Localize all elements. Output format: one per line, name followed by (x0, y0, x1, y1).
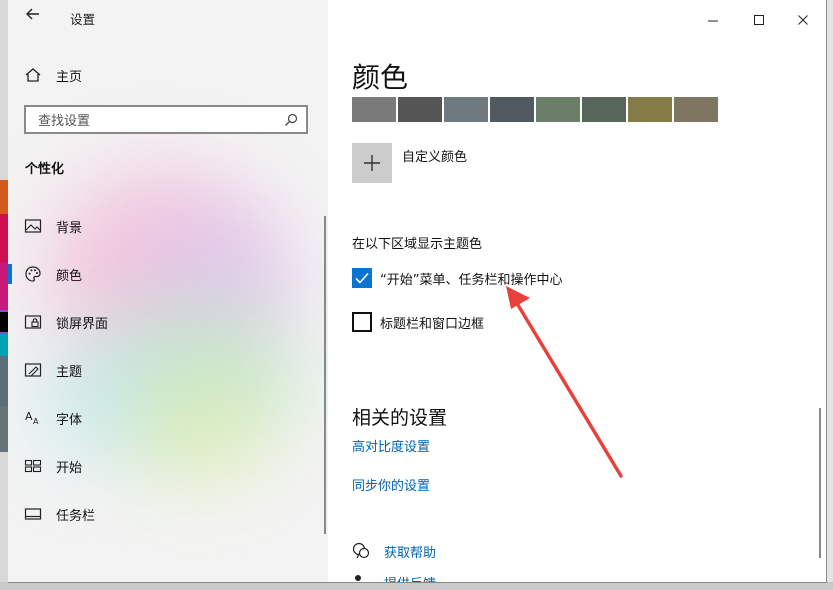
close-icon (798, 15, 808, 25)
color-swatch[interactable] (398, 97, 442, 122)
sync-settings-link[interactable]: 同步你的设置 (352, 475, 430, 494)
search-box[interactable] (24, 105, 308, 134)
navigation-scrollbar[interactable] (324, 216, 326, 534)
checkbox-label: 标题栏和窗口边框 (380, 317, 485, 332)
maximize-icon (754, 15, 764, 25)
navigation-pane: 设置 主页 个性化 背景 (8, 0, 328, 582)
palette-icon (25, 266, 41, 282)
plus-icon (364, 155, 380, 171)
checkmark-icon (355, 272, 369, 284)
sidebar-item-start[interactable]: 开始 (8, 446, 328, 486)
sidebar-item-label: 开始 (56, 461, 83, 476)
back-button[interactable] (22, 6, 44, 28)
sidebar-item-label: 字体 (56, 413, 83, 428)
home-icon (25, 68, 41, 82)
title-bar-checkbox[interactable] (352, 312, 372, 332)
color-swatch[interactable] (536, 97, 580, 122)
sidebar-item-label: 背景 (56, 221, 83, 236)
sidebar-item-fonts[interactable]: A A 字体 (8, 398, 328, 438)
sidebar-item-taskbar[interactable]: 任务栏 (8, 494, 328, 534)
svg-text:A: A (25, 410, 33, 423)
search-input[interactable] (36, 111, 280, 131)
theme-icon (24, 363, 42, 377)
start-taskbar-checkbox[interactable] (352, 268, 372, 288)
section-title: 个性化 (25, 162, 65, 177)
content-scrollbar[interactable] (819, 408, 821, 558)
color-swatch[interactable] (582, 97, 626, 122)
picture-icon (24, 219, 42, 233)
desktop-background-right (826, 0, 833, 590)
sidebar-item-label: 主题 (56, 365, 83, 380)
settings-window: 设置 主页 个性化 背景 (8, 0, 827, 583)
sidebar-item-label: 颜色 (56, 269, 83, 284)
color-swatch[interactable] (628, 97, 672, 122)
color-swatch[interactable] (674, 97, 718, 122)
start-taskbar-checkbox-row[interactable]: “开始”菜单、任务栏和操作中心 (352, 268, 612, 288)
maximize-button[interactable] (736, 4, 782, 30)
lock-screen-icon (24, 315, 42, 329)
sidebar-item-label: 主页 (56, 70, 83, 85)
help-chat-icon (352, 542, 370, 559)
accent-surfaces-heading: 在以下区域显示主题色 (352, 237, 483, 252)
color-swatch[interactable] (352, 97, 396, 122)
sidebar-item-themes[interactable]: 主题 (8, 350, 328, 390)
search-icon[interactable] (284, 113, 298, 127)
desktop-background-strip (0, 0, 8, 590)
sidebar-item-home[interactable]: 主页 (8, 62, 328, 88)
high-contrast-link[interactable]: 高对比度设置 (352, 436, 430, 455)
close-button[interactable] (780, 4, 826, 30)
font-icon: A A (25, 410, 39, 426)
related-settings-heading: 相关的设置 (352, 407, 448, 429)
title-bar-left: 设置 (8, 0, 328, 34)
get-help-link[interactable]: 获取帮助 (384, 542, 436, 561)
sidebar-item-lock-screen[interactable]: 锁屏界面 (8, 302, 328, 342)
feedback-link[interactable]: 提供反馈 (384, 573, 436, 582)
custom-color-label[interactable]: 自定义颜色 (402, 146, 467, 165)
color-swatch[interactable] (490, 97, 534, 122)
back-arrow-icon (26, 8, 39, 20)
content-pane: 颜色 自定义颜色 在以下区域显示主题色 “开始”菜单、任务栏和操作中心 标题栏和… (328, 0, 826, 582)
checkbox-label: “开始”菜单、任务栏和操作中心 (380, 273, 563, 288)
svg-text:A: A (33, 417, 39, 426)
start-icon (24, 459, 42, 473)
page-title: 颜色 (352, 61, 409, 94)
desktop-background-bottom (0, 582, 833, 590)
minimize-button[interactable] (690, 4, 736, 30)
title-bar-checkbox-row[interactable]: 标题栏和窗口边框 (352, 312, 532, 332)
color-swatch[interactable] (444, 97, 488, 122)
sidebar-item-label: 锁屏界面 (56, 317, 109, 332)
custom-color-button[interactable] (352, 143, 392, 183)
feedback-icon (355, 575, 361, 581)
minimize-icon (708, 20, 718, 22)
taskbar-icon (24, 508, 42, 520)
app-title: 设置 (70, 12, 96, 27)
sidebar-item-background[interactable]: 背景 (8, 206, 328, 246)
sidebar-item-label: 任务栏 (56, 509, 96, 524)
sidebar-item-colors[interactable]: 颜色 (8, 254, 328, 294)
